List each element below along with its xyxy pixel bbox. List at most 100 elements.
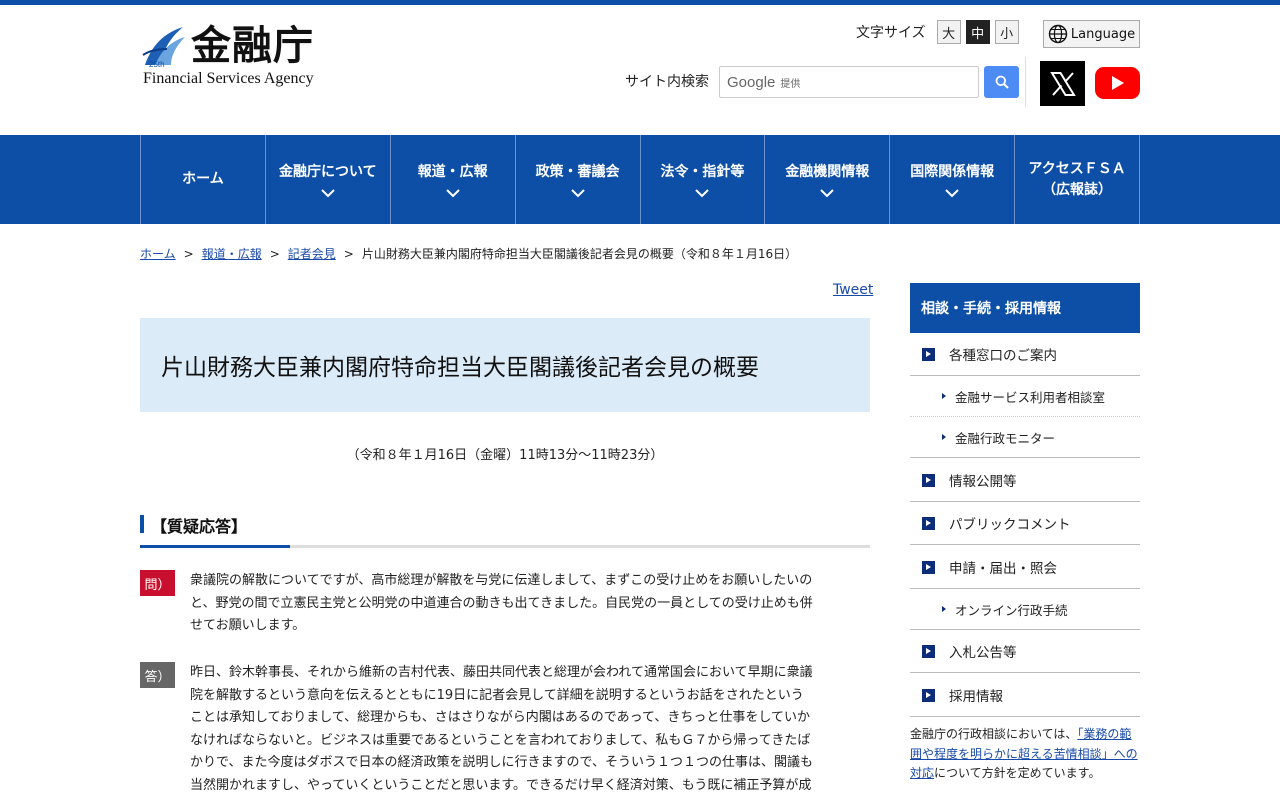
sidebar-item-johokokai[interactable]: 情報公開等 — [910, 459, 1140, 502]
sidebar-subitem-label: オンライン行政手続 — [955, 602, 1068, 618]
breadcrumb-separator: > — [269, 247, 280, 261]
arrow-square-icon — [922, 688, 935, 702]
nav-label: 金融機関情報 — [785, 163, 870, 180]
answer-line: なければならないと。ビジネスは重要であるということを言われておりまして、私もＧ７… — [190, 732, 811, 748]
arrow-square-icon — [922, 560, 935, 574]
triangle-bullet-icon — [942, 393, 946, 399]
font-size-label: 文字サイズ — [856, 25, 926, 41]
x-twitter-link[interactable] — [1040, 61, 1085, 106]
font-size-switcher: 文字サイズ 大 中 小 — [856, 20, 1019, 44]
breadcrumb-press-link[interactable]: 報道・広報 — [202, 247, 262, 261]
breadcrumb-conference-link[interactable]: 記者会見 — [288, 247, 336, 261]
nav-label: ホーム — [182, 171, 224, 187]
search-button[interactable] — [984, 66, 1019, 98]
arrow-square-icon — [922, 473, 935, 487]
section-heading-qa: 【質疑応答】 — [140, 513, 870, 548]
breadcrumb-current: 片山財務大臣兼内閣府特命担当大臣閣議後記者会見の概要（令和８年１月16日） — [361, 247, 798, 261]
page-title-box: 片山財務大臣兼内閣府特命担当大臣閣議後記者会見の概要 — [140, 318, 870, 412]
arrow-square-icon — [922, 347, 935, 361]
section-heading-bar — [140, 515, 144, 533]
chevron-down-icon — [820, 188, 835, 197]
sidebar-item-label: 入札公告等 — [949, 645, 1017, 661]
answer-line: 当然開かれますし、やっていくということだと思います。できるだけ早く経済対策、もう… — [190, 777, 812, 793]
chevron-down-icon — [570, 188, 585, 197]
emblem-badge: 25th — [149, 60, 165, 69]
nav-financial-institutions[interactable]: 金融機関情報 — [765, 135, 891, 224]
note-prefix: 金融庁の行政相談においては、 — [910, 727, 1078, 741]
sidebar-item-shinsei[interactable]: 申請・届出・照会 — [910, 546, 1140, 589]
language-label: Language — [1070, 26, 1136, 42]
site-search-input[interactable]: Google 提供 — [719, 66, 979, 98]
nav-about-fsa[interactable]: 金融庁について — [266, 135, 391, 224]
sidebar-item-label: 情報公開等 — [949, 474, 1017, 490]
arrow-square-icon — [922, 644, 935, 658]
sidebar-subitem-label: 金融行政モニター — [955, 430, 1056, 446]
triangle-bullet-icon — [942, 434, 946, 440]
sidebar-item-label: 各種窓口のご案内 — [949, 348, 1057, 364]
sidebar-policy-note: 金融庁の行政相談においては、「業務の範囲や程度を明らかに超える苦情相談」への対応… — [910, 725, 1142, 784]
question-line: 衆議院の解散についてですが、高市総理が解散を与党に伝達しまして、まずこの受け止め… — [190, 573, 813, 588]
x-logo-icon — [1049, 71, 1076, 96]
nav-international[interactable]: 国際関係情報 — [890, 135, 1016, 224]
conference-date: （令和８年１月16日（金曜）11時13分～11時23分） — [346, 448, 664, 463]
nav-policy[interactable]: 政策・審議会 — [516, 135, 641, 224]
triangle-bullet-icon — [942, 606, 946, 612]
fsa-emblem-icon: 25th — [142, 27, 185, 69]
nav-press[interactable]: 報道・広報 — [391, 135, 516, 224]
font-size-medium-button[interactable]: 中 — [965, 20, 990, 44]
answer-block: 答） 昨日、鈴木幹事長、それから維新の吉村代表、藤田共同代表と総理が会われて通常… — [140, 662, 870, 800]
arrow-square-icon — [922, 516, 935, 530]
google-brand: Google — [727, 73, 776, 91]
logo-english-name: Financial Services Agency — [143, 70, 314, 87]
chevron-down-icon — [445, 188, 460, 197]
question-line: と、野党の間で立憲民主党と公明党の中道連合の動きも出てきました。自民党の一員とし… — [190, 595, 813, 611]
sidebar-heading: 相談・手続・採用情報 — [910, 283, 1140, 333]
page-title: 片山財務大臣兼内閣府特命担当大臣閣議後記者会見の概要 — [161, 355, 759, 381]
sidebar-item-label: 採用情報 — [949, 689, 1003, 705]
sidebar-item-madoguchi[interactable]: 各種窓口のご案内 — [910, 333, 1140, 376]
sidebar-item-public-comment[interactable]: パブリックコメント — [910, 502, 1140, 545]
language-button[interactable]: Language — [1043, 20, 1140, 48]
google-provided-label: 提供 — [780, 78, 801, 90]
font-size-large-button[interactable]: 大 — [936, 20, 961, 44]
nav-label: アクセスＦＳＡ — [1028, 160, 1126, 177]
chevron-down-icon — [321, 188, 335, 197]
globe-icon — [1048, 24, 1068, 44]
sidebar-item-saiyo[interactable]: 採用情報 — [910, 674, 1140, 717]
answer-line: かりで、また今度はダボスで日本の経済政策を説明しに行きますので、そういう１つ１つ… — [190, 755, 813, 771]
nav-laws[interactable]: 法令・指針等 — [641, 135, 766, 224]
logo-japanese-name: 金融庁 — [191, 23, 314, 69]
nav-access-fsa[interactable]: アクセスＦＳＡ （広報誌） — [1015, 135, 1140, 224]
question-badge: 問） — [140, 570, 175, 596]
question-block: 問） 衆議院の解散についてですが、高市総理が解散を与党に伝達しまして、まずこの受… — [140, 570, 870, 640]
sidebar-subitem-label: 金融サービス利用者相談室 — [955, 389, 1106, 405]
youtube-link[interactable] — [1095, 67, 1140, 99]
tweet-link[interactable]: Tweet — [833, 282, 873, 298]
question-line: せてお願いします。 — [190, 618, 306, 634]
global-navigation: ホーム 金融庁について 報道・広報 政策・審議会 法令・指針等 金融機関情報 国… — [0, 135, 1280, 224]
youtube-play-icon — [1111, 76, 1124, 90]
top-accent-bar — [0, 0, 1280, 5]
answer-badge: 答） — [140, 662, 175, 688]
note-suffix: について方針を定めています。 — [934, 766, 1101, 780]
nav-label: 法令・指針等 — [660, 163, 745, 180]
nav-label: 報道・広報 — [417, 163, 488, 180]
sidebar-subitem-monitor[interactable]: 金融行政モニター — [910, 417, 1140, 458]
answer-line: ことは承知しておりまして、総理からも、さはさりながら内閣はあるのであって、きちっ… — [190, 710, 810, 726]
answer-line: 院を解散するという意向を伝えるとともに19日に記者会見して詳細を説明するというお… — [190, 687, 804, 703]
sidebar-item-nyusatsu[interactable]: 入札公告等 — [910, 630, 1140, 673]
sidebar-subitem-online[interactable]: オンライン行政手続 — [910, 589, 1140, 630]
font-size-small-button[interactable]: 小 — [994, 20, 1019, 44]
breadcrumb: ホーム > 報道・広報 > 記者会見 > 片山財務大臣兼内閣府特命担当大臣閣議後記者会見の概… — [140, 245, 797, 262]
site-search-label: サイト内検索 — [625, 74, 709, 90]
nav-home[interactable]: ホーム — [141, 135, 266, 224]
sidebar-subitem-sodanshitsu[interactable]: 金融サービス利用者相談室 — [910, 376, 1140, 417]
breadcrumb-home-link[interactable]: ホーム — [140, 247, 176, 261]
section-heading-underline — [140, 545, 290, 548]
answer-line: 昨日、鈴木幹事長、それから維新の吉村代表、藤田共同代表と総理が会われて通常国会に… — [190, 665, 813, 680]
sidebar-item-label: 申請・届出・照会 — [949, 561, 1057, 577]
section-heading-text: 【質疑応答】 — [151, 517, 248, 536]
nav-label: 金融庁について — [279, 163, 377, 180]
header-divider — [1025, 57, 1026, 107]
fsa-logo[interactable]: 25th 金融庁 Financial Services Agency — [141, 22, 341, 94]
